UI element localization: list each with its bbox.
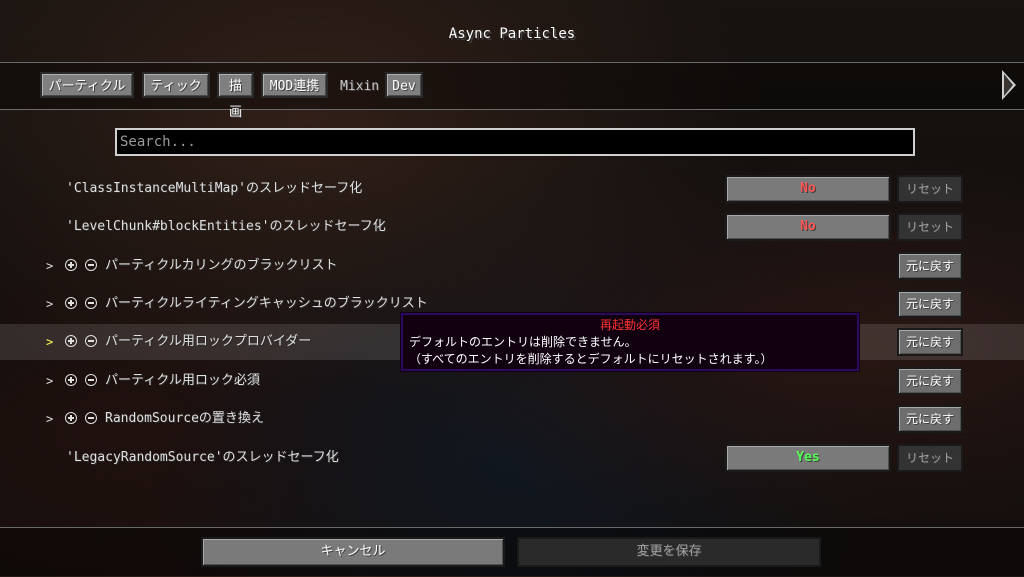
tab-scroll-right-icon[interactable] [1002,70,1016,100]
row-label: 'ClassInstanceMultiMap'のスレッドセーフ化 [66,181,363,196]
tab-render[interactable]: 描画 [217,72,254,120]
tab-mod-integration[interactable]: MOD連携 [261,72,328,98]
row-label: パーティクルライティングキャッシュのブラックリスト [105,296,428,311]
list-item: 'ClassInstanceMultiMap'のスレッドセーフ化 No リセット [0,171,1024,207]
restore-button[interactable]: 元に戻す [897,328,963,356]
restore-button[interactable]: 元に戻す [897,290,963,318]
toggle-button[interactable]: No [725,175,891,203]
tab-particles[interactable]: パーティクル [40,72,134,98]
remove-entry-icon[interactable] [85,412,97,424]
restore-button[interactable]: 元に戻す [897,367,963,395]
expand-chevron-icon[interactable]: > [46,248,53,284]
restore-button[interactable]: 元に戻す [897,405,963,433]
reset-button[interactable]: リセット [897,175,963,203]
restore-button[interactable]: 元に戻す [897,252,963,280]
row-label: パーティクルカリングのブラックリスト [105,258,338,273]
expand-chevron-icon[interactable]: > [46,286,53,322]
reset-button[interactable]: リセット [897,213,963,241]
footer-bar: キャンセル 変更を保存 [0,527,1024,577]
expand-chevron-icon[interactable]: > [46,363,53,399]
add-entry-icon[interactable] [65,297,77,309]
row-label: 'LevelChunk#blockEntities'のスレッドセーフ化 [66,219,386,234]
reset-button[interactable]: リセット [897,444,963,472]
tooltip-line: （すべてのエントリを削除するとデフォルトにリセットされます。） [409,352,773,366]
remove-entry-icon[interactable] [85,374,97,386]
search-input[interactable]: Search... [115,128,915,156]
tab-dev[interactable]: Dev [385,72,423,98]
add-entry-icon[interactable] [65,259,77,271]
row-label: RandomSourceの置き換え [105,411,264,426]
toggle-button[interactable]: Yes [725,444,891,472]
list-item: > パーティクルカリングのブラックリスト 元に戻す [0,248,1024,284]
remove-entry-icon[interactable] [85,335,97,347]
window-title: Async Particles [448,26,576,42]
toggle-button[interactable]: No [725,213,891,241]
cancel-button[interactable]: キャンセル [201,537,505,567]
tooltip-title: 再起動必須 [599,318,660,332]
tab-mixin[interactable]: Mixin [334,72,379,98]
expand-chevron-icon[interactable]: > [46,401,53,437]
list-item: 'LegacyRandomSource'のスレッドセーフ化 Yes リセット [0,440,1024,476]
list-item: > RandomSourceの置き換え 元に戻す [0,401,1024,437]
save-changes-button[interactable]: 変更を保存 [517,537,821,567]
row-label: パーティクル用ロック必須 [105,373,260,388]
remove-entry-icon[interactable] [85,297,97,309]
add-entry-icon[interactable] [65,374,77,386]
list-item: 'LevelChunk#blockEntities'のスレッドセーフ化 No リ… [0,209,1024,245]
tooltip: 再起動必須 デフォルトのエントリは削除できません。 （すべてのエントリを削除する… [400,312,860,372]
add-entry-icon[interactable] [65,335,77,347]
expand-chevron-icon[interactable]: > [46,324,53,360]
tab-tick[interactable]: ティック [142,72,210,98]
add-entry-icon[interactable] [65,412,77,424]
remove-entry-icon[interactable] [85,259,97,271]
row-label: 'LegacyRandomSource'のスレッドセーフ化 [66,450,339,465]
tab-bar: パーティクル ティック 描画 MOD連携 Mixin Dev [0,62,1024,120]
tooltip-line: デフォルトのエントリは削除できません。 [409,335,637,349]
row-label: パーティクル用ロックプロバイダー [105,334,312,349]
